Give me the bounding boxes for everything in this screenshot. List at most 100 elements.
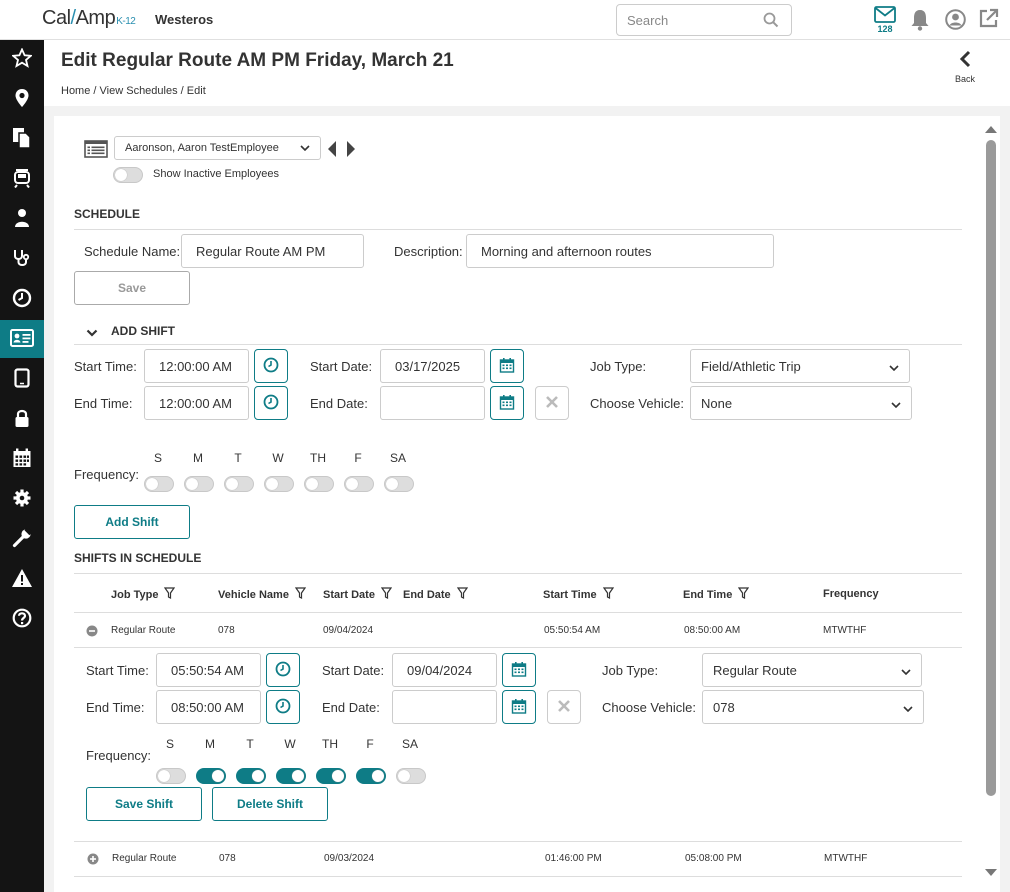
edit-end-time-input[interactable]: 08:50:00 AM [156, 690, 261, 724]
edit-shift-day-toggle[interactable] [236, 768, 266, 784]
divider [74, 344, 962, 345]
filter-icon[interactable] [602, 587, 614, 602]
edit-start-time-input[interactable]: 05:50:54 AM [156, 653, 261, 687]
previous-employee-arrow-icon[interactable] [327, 140, 337, 161]
bus-icon [13, 168, 31, 191]
edit-clear-end-date-button[interactable] [547, 690, 581, 724]
edit-shift-day-toggle[interactable] [156, 768, 186, 784]
start-time-input[interactable]: 12:00:00 AM [144, 349, 249, 383]
edit-shift-day-toggle[interactable] [356, 768, 386, 784]
back-button[interactable]: Back [950, 50, 980, 84]
add-shift-day-toggle[interactable] [144, 476, 174, 492]
edit-start-time-picker-button[interactable] [266, 653, 300, 687]
start-date-picker-button[interactable] [490, 349, 524, 383]
column-header-vehicle-name[interactable]: Vehicle Name [218, 587, 307, 602]
job-type-select[interactable]: Field/Athletic Trip [690, 349, 910, 383]
sidebar-item-drivers[interactable] [0, 200, 44, 238]
edit-shift-day-toggle[interactable] [196, 768, 226, 784]
edit-shift-day-toggle[interactable] [276, 768, 306, 784]
sidebar-item-health[interactable] [0, 240, 44, 278]
column-header-end-time[interactable]: End Time [683, 587, 750, 602]
sidebar-item-location[interactable] [0, 80, 44, 118]
chevron-down-icon [891, 396, 901, 411]
edit-job-type-select[interactable]: Regular Route [702, 653, 922, 687]
sidebar-item-alerts[interactable] [0, 560, 44, 598]
filter-icon[interactable] [456, 587, 468, 602]
search-icon[interactable] [763, 12, 779, 31]
start-time-picker-button[interactable] [254, 349, 288, 383]
search-input[interactable] [627, 13, 767, 28]
edit-end-date-picker-button[interactable] [502, 690, 536, 724]
calendar-icon [499, 394, 515, 413]
edit-vehicle-select[interactable]: 078 [702, 690, 924, 724]
schedule-name-input[interactable]: Regular Route AM PM [181, 234, 364, 268]
cell-frequency: MTWTHF [824, 853, 868, 864]
column-header-end-date[interactable]: End Date [403, 587, 468, 602]
sidebar-item-devices[interactable] [0, 360, 44, 398]
end-date-picker-button[interactable] [490, 386, 524, 420]
external-link-icon[interactable] [978, 8, 999, 32]
sidebar-item-schedules[interactable] [0, 320, 44, 358]
scrollbar-thumb[interactable] [986, 140, 996, 796]
save-shift-button[interactable]: Save Shift [86, 787, 202, 821]
end-time-picker-button[interactable] [254, 386, 288, 420]
edit-vehicle-select-value: 078 [713, 699, 735, 715]
user-avatar-icon[interactable] [945, 9, 966, 33]
add-shift-day-toggle[interactable] [264, 476, 294, 492]
breadcrumb-home[interactable]: Home [61, 85, 90, 97]
sidebar-item-help[interactable] [0, 600, 44, 638]
chevron-down-icon[interactable] [86, 326, 98, 341]
edit-start-date-picker-button[interactable] [502, 653, 536, 687]
edit-shift-day-toggle[interactable] [316, 768, 346, 784]
list-view-icon[interactable] [84, 139, 108, 162]
filter-icon[interactable] [164, 587, 176, 602]
scroll-down-arrow-icon[interactable] [984, 865, 998, 880]
add-shift-day-toggle[interactable] [184, 476, 214, 492]
sidebar-item-bus[interactable] [0, 160, 44, 198]
sidebar-item-security[interactable] [0, 400, 44, 438]
clear-end-date-button[interactable] [535, 386, 569, 420]
sidebar-item-documents[interactable] [0, 120, 44, 158]
cell-frequency: MTWTHF [823, 625, 867, 636]
edit-shift-day-toggle[interactable] [396, 768, 426, 784]
end-date-input[interactable] [380, 386, 485, 420]
collapse-row-icon[interactable] [86, 625, 98, 640]
frequency-label: Frequency: [74, 467, 140, 482]
filter-icon[interactable] [738, 587, 750, 602]
end-time-label: End Time: [74, 396, 133, 411]
breadcrumb-view-schedules[interactable]: View Schedules [100, 85, 178, 97]
employee-select[interactable]: Aaronson, Aaron TestEmployee [114, 136, 321, 160]
next-employee-arrow-icon[interactable] [346, 140, 356, 161]
edit-end-time-picker-button[interactable] [266, 690, 300, 724]
filter-icon[interactable] [294, 587, 307, 602]
sidebar-item-settings[interactable] [0, 480, 44, 518]
search-box[interactable] [616, 4, 792, 36]
start-date-input[interactable]: 03/17/2025 [380, 349, 485, 383]
sidebar-item-calendar[interactable] [0, 440, 44, 478]
add-shift-day-toggle[interactable] [384, 476, 414, 492]
expand-row-icon[interactable] [87, 853, 99, 868]
save-schedule-button[interactable]: Save [74, 271, 190, 305]
end-time-input[interactable]: 12:00:00 AM [144, 386, 249, 420]
calamp-logo[interactable]: Cal/AmpK-12 [42, 7, 136, 30]
edit-start-date-input[interactable]: 09/04/2024 [392, 653, 497, 687]
filter-icon[interactable] [380, 587, 393, 602]
add-shift-section-title[interactable]: ADD SHIFT [111, 324, 175, 338]
add-shift-button[interactable]: Add Shift [74, 505, 190, 539]
bell-icon[interactable] [910, 9, 930, 34]
show-inactive-toggle[interactable] [113, 167, 143, 183]
edit-end-date-input[interactable] [392, 690, 497, 724]
column-header-start-time[interactable]: Start Time [543, 587, 614, 602]
scroll-up-arrow-icon[interactable] [984, 122, 998, 137]
column-header-job-type[interactable]: Job Type [111, 587, 176, 602]
add-shift-day-toggle[interactable] [304, 476, 334, 492]
delete-shift-button[interactable]: Delete Shift [212, 787, 328, 821]
sidebar-item-tools[interactable] [0, 520, 44, 558]
add-shift-day-toggle[interactable] [224, 476, 254, 492]
description-input[interactable]: Morning and afternoon routes [466, 234, 774, 268]
vehicle-select[interactable]: None [690, 386, 912, 420]
sidebar-item-favorites[interactable] [0, 40, 44, 78]
sidebar-item-time[interactable] [0, 280, 44, 318]
add-shift-day-toggle[interactable] [344, 476, 374, 492]
column-header-start-date[interactable]: Start Date [323, 587, 393, 602]
